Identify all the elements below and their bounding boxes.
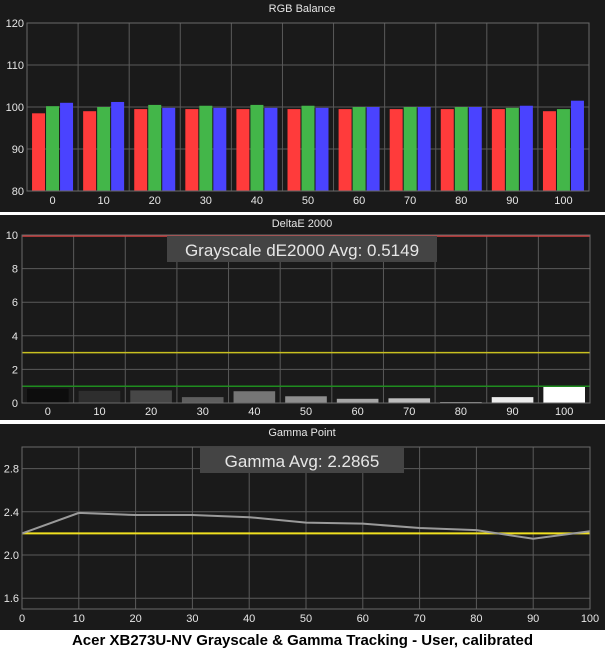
rgb-bar-blue	[111, 101, 125, 191]
gamma-xtick: 0	[19, 613, 25, 625]
rgb-bar-blue	[60, 102, 74, 191]
gamma-ytick: 2.4	[4, 507, 19, 519]
rgb-bar-green	[46, 106, 60, 191]
rgb-bar-blue	[417, 107, 431, 191]
rgb-bar-red	[287, 109, 301, 191]
rgb-balance-xtick: 90	[506, 195, 518, 207]
deltae-ytick: 2	[12, 364, 18, 376]
deltae-xtick: 80	[455, 406, 467, 418]
rgb-bar-green	[97, 107, 111, 191]
rgb-bar-red	[440, 109, 454, 191]
rgb-bar-green	[148, 104, 162, 191]
deltae-xtick: 10	[93, 406, 105, 418]
rgb-bar-green	[199, 105, 213, 191]
rgb-bar-green	[454, 107, 468, 191]
rgb-bar-blue	[519, 105, 533, 191]
gamma-ytick: 2.0	[4, 550, 19, 562]
rgb-balance-xtick: 80	[455, 195, 467, 207]
rgb-balance-xtick: 100	[554, 195, 572, 207]
deltae-bar	[27, 388, 69, 403]
deltae-bar	[491, 397, 534, 403]
gamma-xtick: 20	[129, 613, 141, 625]
gamma-ytick: 2.8	[4, 464, 19, 476]
deltae-xtick: 70	[403, 406, 415, 418]
deltae-bar	[78, 390, 121, 403]
deltae-xtick: 30	[197, 406, 209, 418]
rgb-balance-xtick: 0	[49, 195, 55, 207]
rgb-bar-red	[389, 109, 403, 191]
gamma-xtick: 50	[300, 613, 312, 625]
rgb-bar-red	[338, 109, 352, 191]
deltae-bar	[130, 390, 172, 403]
rgb-bar-blue	[264, 107, 278, 191]
gamma-ytick: 1.6	[4, 593, 19, 605]
deltae-bar	[336, 398, 379, 403]
deltae-xtick: 90	[506, 406, 518, 418]
deltae-ytick: 8	[12, 264, 18, 276]
rgb-bar-green	[250, 104, 264, 191]
rgb-bar-green	[505, 107, 519, 191]
deltae-xtick: 100	[555, 406, 573, 418]
deltae-bar	[543, 386, 585, 403]
deltae-xtick: 0	[45, 406, 51, 418]
deltae-xtick: 50	[300, 406, 312, 418]
rgb-balance-title: RGB Balance	[269, 3, 336, 15]
rgb-balance-ytick: 110	[6, 60, 24, 72]
rgb-balance-xtick: 70	[404, 195, 416, 207]
gamma-xtick: 90	[527, 613, 539, 625]
rgb-bar-red	[83, 111, 97, 191]
rgb-balance-xtick: 60	[353, 195, 365, 207]
deltae-bar	[233, 391, 276, 403]
rgb-balance-ytick: 100	[6, 102, 24, 114]
rgb-balance-xtick: 50	[302, 195, 314, 207]
rgb-balance-xtick: 40	[251, 195, 263, 207]
rgb-bar-blue	[570, 100, 584, 191]
deltae-bar	[285, 396, 327, 403]
deltae-bar	[388, 398, 431, 403]
deltae-bar	[181, 397, 224, 403]
rgb-balance-xtick: 30	[200, 195, 212, 207]
rgb-bar-red	[185, 109, 199, 191]
rgb-bar-blue	[162, 107, 176, 191]
gamma-title: Gamma Point	[268, 427, 335, 439]
rgb-bar-red	[542, 111, 556, 191]
deltae-xtick: 20	[145, 406, 157, 418]
rgb-bar-red	[32, 113, 46, 191]
rgb-bar-green	[556, 109, 570, 191]
figure-caption: Acer XB273U-NV Grayscale & Gamma Trackin…	[71, 632, 534, 649]
rgb-balance-ytick: 120	[6, 18, 24, 30]
grayscale-gamma-figure: RGB Balance80901001101200 10 20 30 40 50 60 70 8…	[0, 0, 605, 630]
gamma-xtick: 80	[470, 613, 482, 625]
rgb-bar-green	[403, 107, 417, 191]
rgb-bar-green	[352, 107, 366, 191]
deltae-overlay-text: Grayscale dE2000 Avg: 0.5149	[185, 241, 419, 260]
gamma-xtick: 60	[357, 613, 369, 625]
deltae-title: DeltaE 2000	[272, 218, 333, 230]
rgb-balance-ytick: 80	[12, 186, 24, 198]
gamma-overlay-text: Gamma Avg: 2.2865	[225, 452, 380, 471]
gamma-xtick: 10	[73, 613, 85, 625]
rgb-balance-ytick: 90	[12, 144, 24, 156]
rgb-balance-xtick: 20	[149, 195, 161, 207]
deltae-ytick: 0	[12, 398, 18, 410]
rgb-bar-blue	[315, 107, 329, 191]
rgb-bar-green	[301, 105, 315, 191]
deltae-ytick: 4	[12, 331, 18, 343]
rgb-bar-red	[134, 109, 148, 191]
rgb-bar-blue	[468, 107, 482, 191]
rgb-bar-red	[236, 109, 250, 191]
gamma-xtick: 100	[581, 613, 599, 625]
rgb-balance-xtick: 10	[98, 195, 110, 207]
deltae-ytick: 6	[12, 297, 18, 309]
gamma-xtick: 70	[413, 613, 425, 625]
gamma-xtick: 30	[186, 613, 198, 625]
deltae-ytick: 10	[6, 230, 18, 242]
rgb-bar-blue	[366, 107, 380, 191]
deltae-xtick: 60	[352, 406, 364, 418]
deltae-xtick: 40	[248, 406, 260, 418]
rgb-bar-blue	[213, 107, 227, 191]
gamma-xtick: 40	[243, 613, 255, 625]
rgb-bar-red	[491, 109, 505, 191]
